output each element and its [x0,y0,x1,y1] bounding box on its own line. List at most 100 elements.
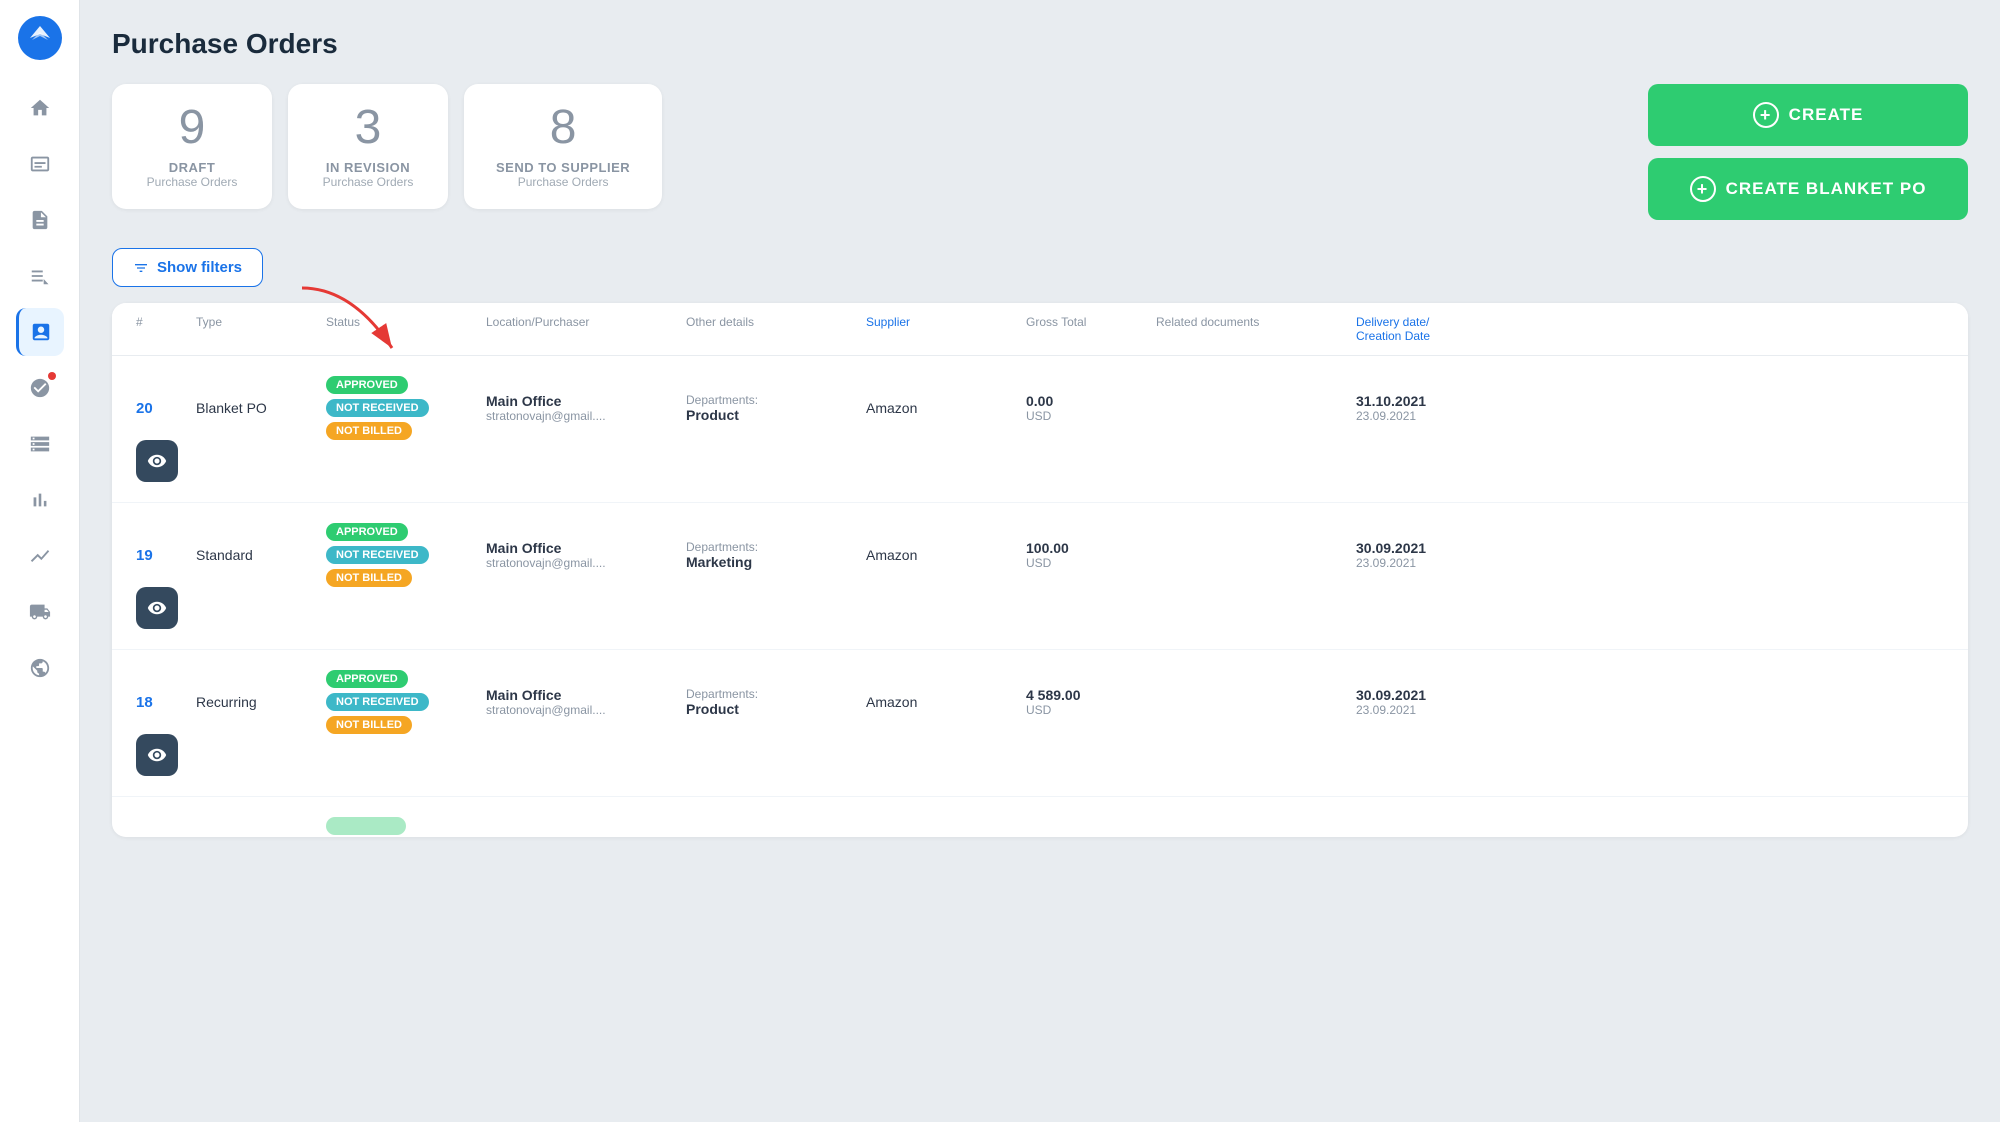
app-logo[interactable] [18,16,62,60]
location-name: Main Office [486,540,686,556]
col-header-location: Location/Purchaser [486,315,686,343]
badge-not-billed: NOT BILLED [326,569,412,587]
row-supplier-19: Amazon [866,547,1026,563]
delivery-date: 30.09.2021 [1356,687,1476,703]
sidebar [0,0,80,1122]
sidebar-item-orders[interactable] [16,140,64,188]
row-action-view-18[interactable] [136,734,178,776]
row-badges-20: APPROVED NOT RECEIVED NOT BILLED [326,376,486,440]
row-dates-20: 31.10.2021 23.09.2021 [1356,393,1476,423]
stat-card-send-to-supplier[interactable]: 8 SEND TO SUPPLIER Purchase Orders [464,84,662,209]
row-gross-19: 100.00 USD [1026,540,1156,570]
draft-sub: Purchase Orders [144,175,240,189]
send-to-supplier-label: SEND TO SUPPLIER [496,160,630,175]
create-button[interactable]: + CREATE [1648,84,1968,146]
badge-approved: APPROVED [326,523,408,541]
draft-label: DRAFT [144,160,240,175]
sidebar-item-integrations[interactable] [16,644,64,692]
row-other-details-19: Departments: Marketing [686,540,866,570]
action-buttons: + CREATE + CREATE BLANKET PO [1648,84,1968,220]
badge-approved: APPROVED [326,670,408,688]
send-to-supplier-sub: Purchase Orders [496,175,630,189]
row-num-20[interactable]: 20 [136,400,196,417]
table-row: 20 Blanket PO APPROVED NOT RECEIVED NOT … [112,356,1968,503]
location-email: stratonovajn@gmail.... [486,409,686,423]
dept-label: Departments: [686,540,866,554]
stat-card-draft[interactable]: 9 DRAFT Purchase Orders [112,84,272,209]
row-supplier-18: Amazon [866,694,1026,710]
location-email: stratonovajn@gmail.... [486,703,686,717]
stat-cards: 9 DRAFT Purchase Orders 3 IN REVISION Pu… [112,84,1632,209]
row-type-19: Standard [196,547,326,563]
row-location-20: Main Office stratonovajn@gmail.... [486,393,686,423]
gross-currency: USD [1026,703,1156,717]
dept-label: Departments: [686,687,866,701]
row-num-18[interactable]: 18 [136,694,196,711]
table-row: 19 Standard APPROVED NOT RECEIVED NOT BI… [112,503,1968,650]
badge-not-received: NOT RECEIVED [326,546,429,564]
creation-date: 23.09.2021 [1356,556,1476,570]
delivery-date: 30.09.2021 [1356,540,1476,556]
sidebar-item-delivery[interactable] [16,588,64,636]
row-location-18: Main Office stratonovajn@gmail.... [486,687,686,717]
send-to-supplier-count: 8 [496,104,630,152]
row-gross-18: 4 589.00 USD [1026,687,1156,717]
page-title: Purchase Orders [112,28,1968,60]
delivery-date: 31.10.2021 [1356,393,1476,409]
row-gross-20: 0.00 USD [1026,393,1156,423]
col-header-related-docs: Related documents [1156,315,1356,343]
col-header-gross-total: Gross Total [1026,315,1156,343]
dept-value: Product [686,407,866,423]
row-dates-19: 30.09.2021 23.09.2021 [1356,540,1476,570]
col-header-num: # [136,315,196,343]
badge-not-received: NOT RECEIVED [326,399,429,417]
dept-value: Marketing [686,554,866,570]
table-header: # Type Status Location/Purchaser Other d… [112,303,1968,356]
filter-icon [133,260,149,276]
table-row-partial [112,797,1968,837]
sidebar-item-storage[interactable] [16,420,64,468]
creation-date: 23.09.2021 [1356,703,1476,717]
row-location-19: Main Office stratonovajn@gmail.... [486,540,686,570]
main-content: Purchase Orders 9 DRAFT Purchase Orders … [80,0,2000,1122]
in-revision-count: 3 [320,104,416,152]
sidebar-item-reports[interactable] [16,476,64,524]
row-type-20: Blanket PO [196,400,326,416]
show-filters-button[interactable]: Show filters [112,248,263,287]
sidebar-item-approvals[interactable] [16,364,64,412]
row-supplier-20: Amazon [866,400,1026,416]
row-badges-19: APPROVED NOT RECEIVED NOT BILLED [326,523,486,587]
purchase-orders-table: # Type Status Location/Purchaser Other d… [112,303,1968,837]
filter-bar: Show filters [112,248,1968,287]
sidebar-item-analytics[interactable] [16,532,64,580]
badge-not-billed: NOT BILLED [326,716,412,734]
row-other-details-20: Departments: Product [686,393,866,423]
row-type-18: Recurring [196,694,326,710]
top-row: 9 DRAFT Purchase Orders 3 IN REVISION Pu… [112,84,1968,220]
gross-amount: 0.00 [1026,393,1156,409]
row-action-view-20[interactable] [136,440,178,482]
row-dates-18: 30.09.2021 23.09.2021 [1356,687,1476,717]
sidebar-item-notes[interactable] [16,252,64,300]
row-num-19[interactable]: 19 [136,547,196,564]
table-row: 18 Recurring APPROVED NOT RECEIVED NOT B… [112,650,1968,797]
sidebar-item-documents[interactable] [16,196,64,244]
location-email: stratonovajn@gmail.... [486,556,686,570]
in-revision-label: IN REVISION [320,160,416,175]
badge-approved: APPROVED [326,376,408,394]
stat-card-in-revision[interactable]: 3 IN REVISION Purchase Orders [288,84,448,209]
create-blanket-po-button[interactable]: + CREATE BLANKET PO [1648,158,1968,220]
creation-date: 23.09.2021 [1356,409,1476,423]
location-name: Main Office [486,393,686,409]
sidebar-item-home[interactable] [16,84,64,132]
gross-amount: 4 589.00 [1026,687,1156,703]
sidebar-item-purchase-orders[interactable] [16,308,64,356]
create-blanket-icon: + [1690,176,1716,202]
col-header-status: Status [326,315,486,343]
badge-not-received: NOT RECEIVED [326,693,429,711]
in-revision-sub: Purchase Orders [320,175,416,189]
badge-not-billed: NOT BILLED [326,422,412,440]
gross-amount: 100.00 [1026,540,1156,556]
gross-currency: USD [1026,556,1156,570]
row-action-view-19[interactable] [136,587,178,629]
